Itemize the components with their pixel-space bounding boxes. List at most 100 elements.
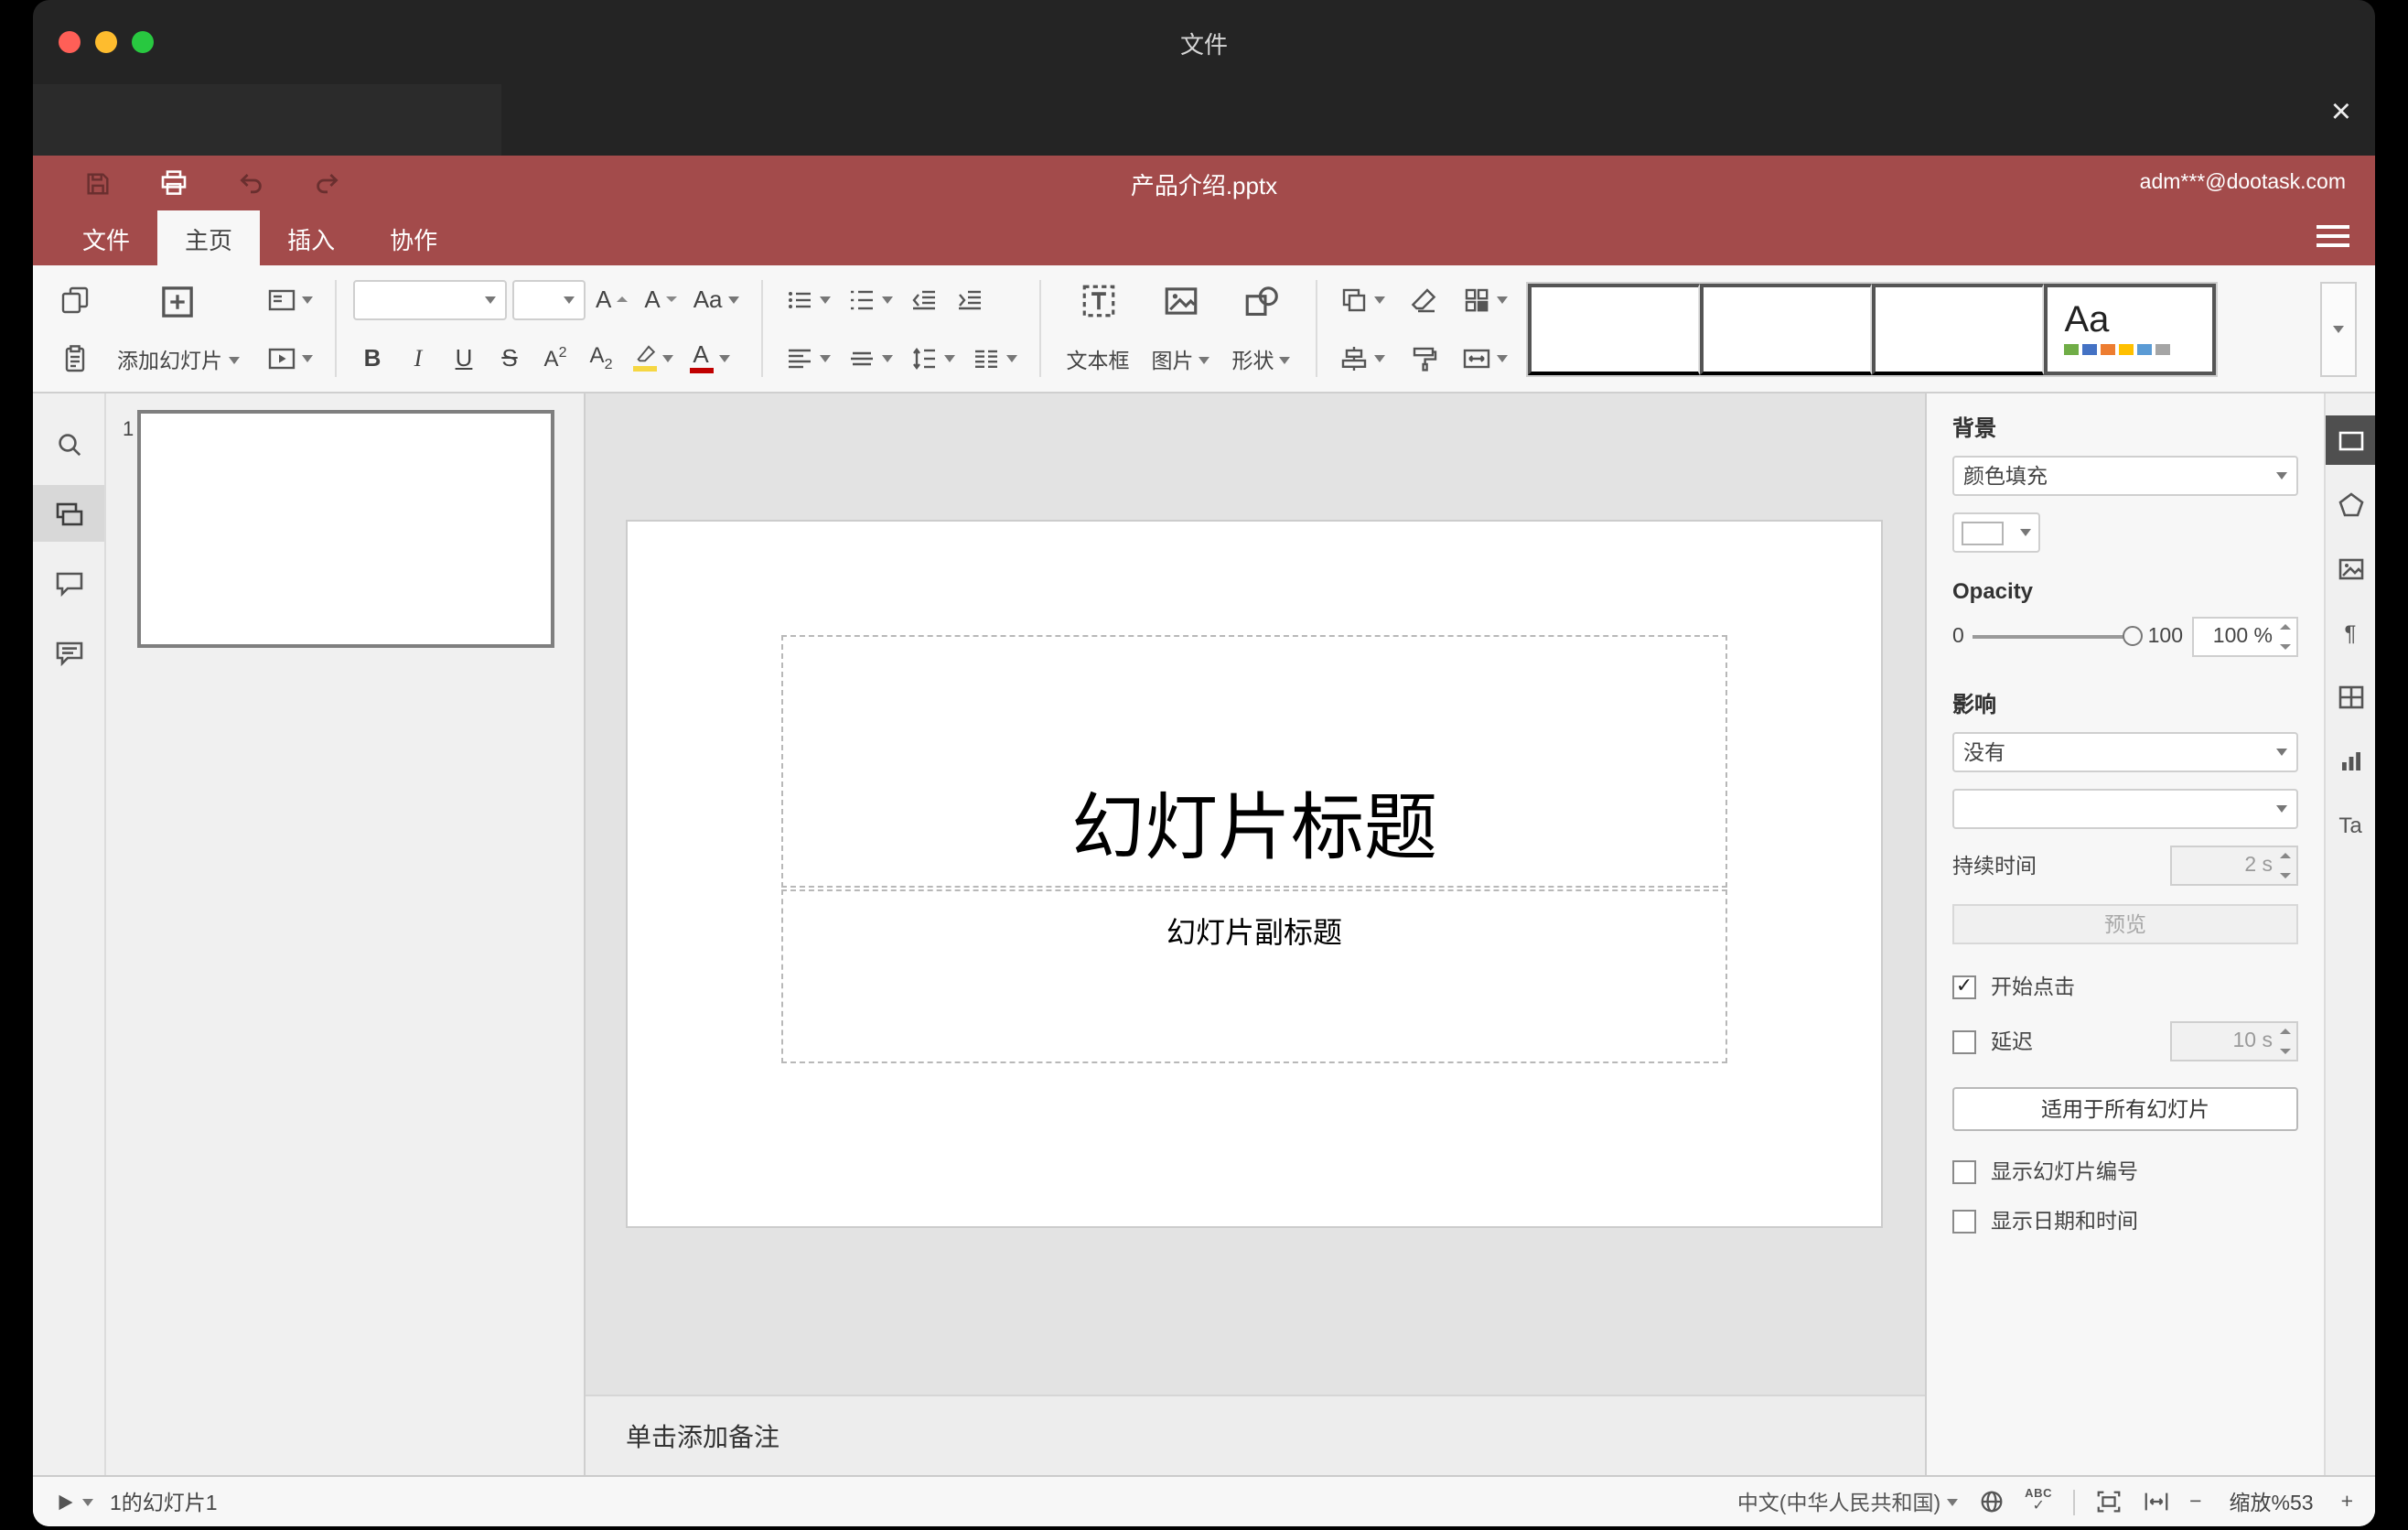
chevron-down-icon [881,354,893,361]
theme-option-selected[interactable]: Aa [2044,283,2217,374]
underline-button[interactable]: U [444,335,484,381]
show-slide-number-checkbox[interactable]: ✓ [1952,1159,1976,1183]
slide-size-button[interactable] [1457,335,1514,381]
spinner-icon[interactable] [2276,624,2293,650]
redo-button[interactable] [313,168,342,198]
paragraph-settings-icon[interactable]: ¶ [2326,608,2375,657]
fit-to-width-button[interactable] [2142,1488,2169,1515]
columns-button[interactable] [966,335,1023,381]
spinner-icon[interactable] [2276,1029,2293,1054]
search-icon[interactable] [33,415,104,472]
menu-icon[interactable] [2317,225,2349,247]
window-minimize-traffic[interactable] [95,31,117,53]
strikethrough-button[interactable]: S [489,335,530,381]
opacity-slider[interactable] [1973,626,2143,646]
add-slide-button[interactable]: 添加幻灯片 [108,275,248,382]
bullet-list-button[interactable] [779,276,836,322]
title-placeholder[interactable]: 幻灯片标题 [781,635,1727,888]
decrease-indent-button[interactable] [904,276,944,322]
numbered-list-button[interactable] [842,276,898,322]
save-button[interactable] [84,169,112,197]
bold-button[interactable]: B [352,335,392,381]
separator [760,280,763,377]
slide[interactable]: 幻灯片标题 幻灯片副标题 [626,520,1883,1228]
textart-settings-icon[interactable]: Ta [2326,800,2375,849]
subscript-button[interactable]: A2 [581,335,621,381]
chart-settings-icon[interactable] [2326,736,2375,785]
increase-indent-button[interactable] [950,276,990,322]
vertical-align-button[interactable] [842,335,898,381]
close-icon[interactable]: × [2331,95,2351,130]
text-box-button[interactable]: 文本框 [1058,275,1139,382]
text-language-button[interactable]: 中文(中华人民共和国) [1737,1487,1958,1516]
zoom-in-button[interactable]: + [2341,1491,2353,1513]
font-color-button[interactable]: A [683,335,735,381]
fit-to-slide-button[interactable] [2094,1488,2122,1515]
duration-input[interactable]: 2 s [2170,846,2298,886]
spinner-icon[interactable] [2276,853,2293,878]
tab-home[interactable]: 主页 [157,210,261,265]
horizontal-align-button[interactable] [779,335,836,381]
highlight-color-button[interactable] [627,335,678,381]
background-app-remnant [33,84,501,156]
shape-settings-icon[interactable] [2326,479,2375,529]
theme-option-3[interactable] [1872,283,2045,374]
subtitle-placeholder[interactable]: 幻灯片副标题 [781,889,1727,1063]
copy-style-button[interactable] [1404,335,1445,381]
image-settings-icon[interactable] [2326,544,2375,593]
separator [1038,280,1041,377]
insert-shape-button[interactable]: 形状 [1223,275,1300,382]
start-on-click-checkbox[interactable]: ✓ [1952,975,1976,998]
superscript-button[interactable]: A2 [535,335,575,381]
window-close-traffic[interactable] [59,31,81,53]
print-button[interactable] [159,168,188,198]
opacity-slider-knob[interactable] [2122,626,2143,646]
window-maximize-traffic[interactable] [132,31,154,53]
slides-panel-icon[interactable] [33,485,104,542]
document-language-button[interactable] [1977,1488,2005,1515]
change-case-button[interactable]: Aa [688,276,745,322]
font-name-select[interactable] [352,279,506,319]
color-scheme-button[interactable] [1457,276,1514,322]
align-shapes-button[interactable] [1335,335,1392,381]
tab-file[interactable]: 文件 [55,210,157,265]
table-settings-icon[interactable] [2326,672,2375,721]
insert-image-button[interactable]: 图片 [1143,275,1220,382]
opacity-input[interactable]: 100 % [2192,617,2298,657]
notes-area[interactable]: 单击添加备注 [586,1395,1925,1475]
background-fill-select[interactable]: 颜色填充 [1952,456,2298,496]
show-date-time-checkbox[interactable]: ✓ [1952,1209,1976,1233]
italic-button[interactable]: I [398,335,438,381]
slide-settings-icon[interactable] [2326,415,2375,465]
theme-gallery-expand-button[interactable] [2320,281,2357,376]
zoom-out-button[interactable]: − [2189,1491,2201,1513]
delay-checkbox[interactable]: ✓ [1952,1029,1976,1053]
effect-type-select[interactable] [1952,789,2298,829]
spellcheck-button[interactable]: ABC ✓ [2025,1488,2052,1514]
tab-collaboration[interactable]: 协作 [362,210,465,265]
preview-slideshow-button[interactable] [261,335,317,381]
clear-style-button[interactable] [1404,276,1445,322]
slide-thumbnail[interactable] [137,410,554,648]
increase-font-button[interactable]: A [590,276,633,322]
slide-layout-button[interactable] [261,276,317,322]
delay-input[interactable]: 10 s [2170,1021,2298,1061]
chat-icon[interactable] [33,624,104,681]
theme-option-2[interactable] [1700,283,1873,374]
arrange-shapes-button[interactable] [1335,276,1392,322]
slide-number-label: 1 [123,419,134,441]
start-slideshow-status-button[interactable] [55,1491,93,1513]
background-color-select[interactable] [1952,512,2040,553]
font-size-select[interactable] [511,279,585,319]
tab-insert[interactable]: 插入 [260,210,362,265]
preview-button[interactable]: 预览 [1952,904,2298,944]
undo-button[interactable] [236,168,265,198]
copy-button[interactable] [55,276,95,322]
effect-select[interactable]: 没有 [1952,732,2298,772]
paste-button[interactable] [55,335,95,381]
theme-option-1[interactable] [1528,283,1701,374]
apply-to-all-slides-button[interactable]: 适用于所有幻灯片 [1952,1087,2298,1131]
line-spacing-button[interactable] [904,335,961,381]
comments-icon[interactable] [33,555,104,611]
decrease-font-button[interactable]: A [639,276,682,322]
